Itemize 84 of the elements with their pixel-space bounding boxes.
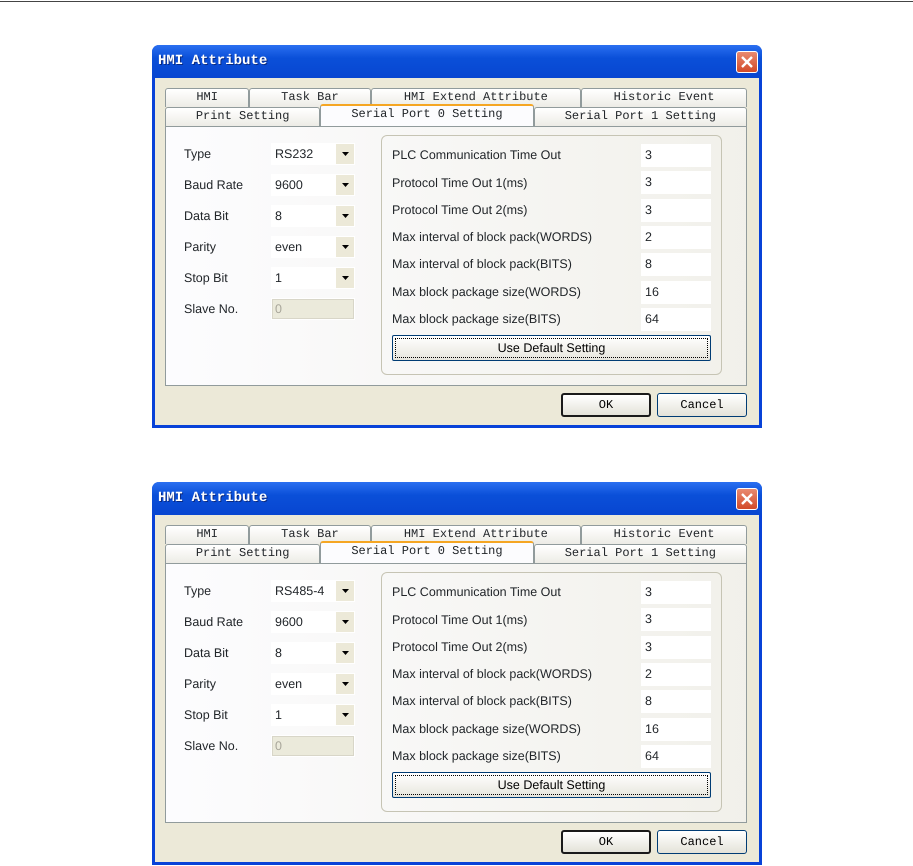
input-field[interactable]: 16 (641, 280, 711, 304)
input-field[interactable]: 64 (641, 308, 711, 331)
caret-icon (342, 152, 348, 156)
tab[interactable]: Task Bar (249, 88, 371, 107)
param-label: Max interval of block pack(BITS) (392, 256, 572, 274)
param-label: PLC Communication Time Out (392, 584, 561, 602)
close-icon (741, 56, 753, 68)
close-button[interactable] (736, 50, 758, 72)
param-label: Max block package size(BITS) (392, 311, 561, 328)
field-label: Slave No. (184, 738, 240, 755)
field-label: Baud Rate (184, 614, 244, 631)
param-label: Max interval of block pack(WORDS) (392, 229, 592, 246)
caret-icon (342, 620, 348, 624)
caret-icon (342, 245, 348, 249)
dropdown-field[interactable]: 8 (271, 205, 355, 227)
dropdown-field[interactable]: 1 (271, 704, 355, 726)
input-field[interactable]: 3 (641, 636, 711, 659)
param-label: Max block package size(WORDS) (392, 284, 581, 301)
field-label: Stop Bit (184, 270, 229, 287)
dropdown-field[interactable]: RS232 (271, 143, 355, 165)
caret-icon (342, 183, 348, 187)
window-title: HMI Attribute (158, 52, 268, 71)
tab[interactable]: Serial Port 1 Setting (534, 544, 748, 563)
dropdown-field[interactable]: 8 (271, 642, 355, 664)
tab[interactable]: Serial Port 0 Setting (320, 104, 534, 126)
input-field[interactable]: 8 (641, 253, 711, 276)
caret-icon (342, 276, 348, 280)
input-field[interactable]: 64 (641, 744, 711, 768)
field-label: Parity (184, 238, 217, 256)
caret-icon (342, 589, 348, 593)
default-setting-button[interactable]: Use Default Setting (392, 772, 711, 798)
tab[interactable]: Historic Event (581, 88, 748, 107)
caret-icon (342, 214, 348, 218)
tab[interactable]: Print Setting (165, 107, 320, 126)
input-field[interactable]: 3 (641, 144, 711, 168)
tab[interactable]: HMI (165, 525, 250, 544)
field-label: Stop Bit (184, 706, 229, 724)
default-setting-button[interactable]: Use Default Setting (392, 335, 711, 362)
param-label: PLC Communication Time Out (392, 147, 561, 164)
dialog-button[interactable]: Cancel (657, 393, 747, 417)
tab[interactable]: Print Setting (165, 544, 320, 563)
input-field[interactable]: 3 (641, 198, 711, 222)
window-title: HMI Attribute (158, 489, 268, 508)
field-label: Data Bit (184, 208, 230, 225)
input-field[interactable]: 3 (641, 608, 711, 632)
param-label: Max interval of block pack(WORDS) (392, 666, 592, 684)
tab[interactable]: Serial Port 0 Setting (320, 541, 534, 563)
param-label: Max block package size(BITS) (392, 748, 561, 766)
input-field[interactable]: 3 (641, 171, 711, 194)
close-button[interactable] (736, 488, 758, 510)
input-field[interactable]: 16 (641, 718, 711, 741)
caret-icon (342, 713, 348, 717)
field-label: Type (184, 146, 212, 163)
dropdown-field[interactable]: RS485-4 (271, 580, 355, 602)
field-label: Slave No. (184, 300, 240, 318)
param-label: Protocol Time Out 1(ms) (392, 612, 528, 629)
dropdown-field[interactable]: even (271, 673, 355, 695)
dialog-button[interactable]: Cancel (657, 830, 747, 854)
input-field[interactable]: 2 (641, 663, 711, 686)
param-label: Protocol Time Out 2(ms) (392, 638, 528, 656)
param-label: Max interval of block pack(BITS) (392, 693, 572, 710)
caret-icon (342, 682, 348, 686)
dropdown-field[interactable]: 9600 (271, 611, 355, 633)
input-field[interactable]: 3 (641, 581, 711, 604)
tab[interactable]: Serial Port 1 Setting (534, 107, 748, 126)
param-label: Protocol Time Out 1(ms) (392, 174, 528, 192)
dropdown-field[interactable]: 1 (271, 267, 355, 289)
dropdown-field[interactable]: even (271, 236, 355, 258)
field-label: Data Bit (184, 644, 230, 662)
tab[interactable]: Historic Event (581, 525, 748, 544)
tab[interactable]: HMI (165, 88, 250, 107)
param-label: Max block package size(WORDS) (392, 720, 581, 738)
dropdown-field[interactable]: 9600 (271, 174, 355, 196)
dialog-button[interactable]: OK (561, 393, 651, 417)
input-field[interactable]: 2 (641, 226, 711, 250)
param-label: Protocol Time Out 2(ms) (392, 202, 528, 219)
field-label: Type (184, 582, 212, 600)
dialog-button[interactable]: OK (561, 830, 651, 854)
field-label: Parity (184, 676, 217, 693)
caret-icon (342, 651, 348, 655)
field-label: Baud Rate (184, 176, 244, 194)
input-field[interactable]: 8 (641, 690, 711, 714)
close-icon (741, 492, 753, 504)
tab[interactable]: Task Bar (249, 525, 371, 544)
